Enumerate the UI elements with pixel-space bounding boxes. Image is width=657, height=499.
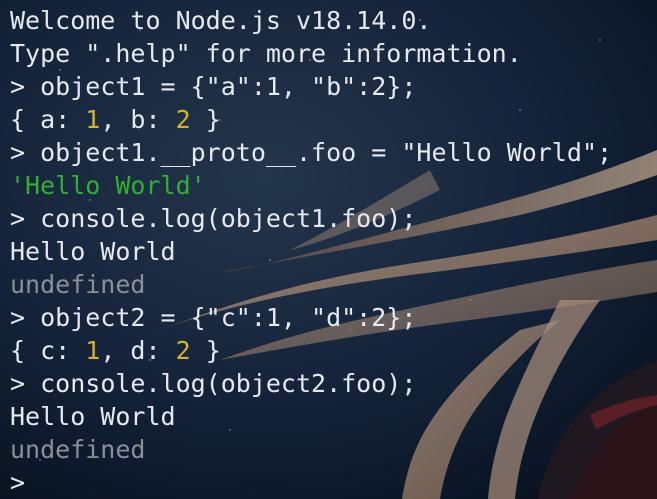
output-text: Hello World xyxy=(10,237,176,266)
object-text: { a: xyxy=(10,105,86,134)
command-text: object2 = {"c":1, "d":2}; xyxy=(40,303,417,332)
object-text: } xyxy=(190,336,221,365)
prompt-symbol: > xyxy=(10,204,41,233)
undefined-result: undefined xyxy=(10,270,146,299)
object-text: , d: xyxy=(100,336,176,365)
terminal-line-text: Type ".help" for more information. xyxy=(10,37,612,70)
terminal-line-object: { a: 1, b: 2 } xyxy=(10,103,612,136)
terminal-line-input: > console.log(object1.foo); xyxy=(10,202,612,235)
prompt-symbol: > xyxy=(10,468,26,497)
command-text: object1.__proto__.foo = "Hello World"; xyxy=(40,138,613,167)
object-value-number: 1 xyxy=(85,105,101,134)
terminal-line-prompt[interactable]: > xyxy=(10,466,612,499)
terminal-line-text: Welcome to Node.js v18.14.0. xyxy=(10,4,612,37)
object-text: , b: xyxy=(100,105,176,134)
object-value-number: 2 xyxy=(175,336,191,365)
terminal-line-input: > object1 = {"a":1, "b":2}; xyxy=(10,70,612,103)
terminal-line-object: { c: 1, d: 2 } xyxy=(10,334,612,367)
prompt-symbol: > xyxy=(10,72,41,101)
undefined-result: undefined xyxy=(10,435,146,464)
terminal-line-text: Hello World xyxy=(10,400,612,433)
object-value-number: 2 xyxy=(175,105,191,134)
node-repl-terminal[interactable]: Welcome to Node.js v18.14.0. Type ".help"… xyxy=(10,4,612,499)
prompt-symbol: > xyxy=(10,138,41,167)
prompt-symbol: > xyxy=(10,369,41,398)
command-text: console.log(object1.foo); xyxy=(40,204,417,233)
terminal-line-input: > object2 = {"c":1, "d":2}; xyxy=(10,301,612,334)
output-text: Hello World xyxy=(10,402,176,431)
object-text: { c: xyxy=(10,336,86,365)
object-value-number: 1 xyxy=(85,336,101,365)
command-text: console.log(object2.foo); xyxy=(40,369,417,398)
terminal-line-text: Hello World xyxy=(10,235,612,268)
terminal-line-undefined: undefined xyxy=(10,433,612,466)
output-text: Type ".help" for more information. xyxy=(10,39,522,68)
prompt-symbol: > xyxy=(10,303,41,332)
object-text: } xyxy=(190,105,221,134)
command-text: object1 = {"a":1, "b":2}; xyxy=(40,72,417,101)
terminal-line-undefined: undefined xyxy=(10,268,612,301)
string-result: 'Hello World' xyxy=(10,171,206,200)
output-text: Welcome to Node.js v18.14.0. xyxy=(10,6,432,35)
terminal-line-input: > console.log(object2.foo); xyxy=(10,367,612,400)
terminal-line-string: 'Hello World' xyxy=(10,169,612,202)
terminal-line-input: > object1.__proto__.foo = "Hello World"; xyxy=(10,136,612,169)
